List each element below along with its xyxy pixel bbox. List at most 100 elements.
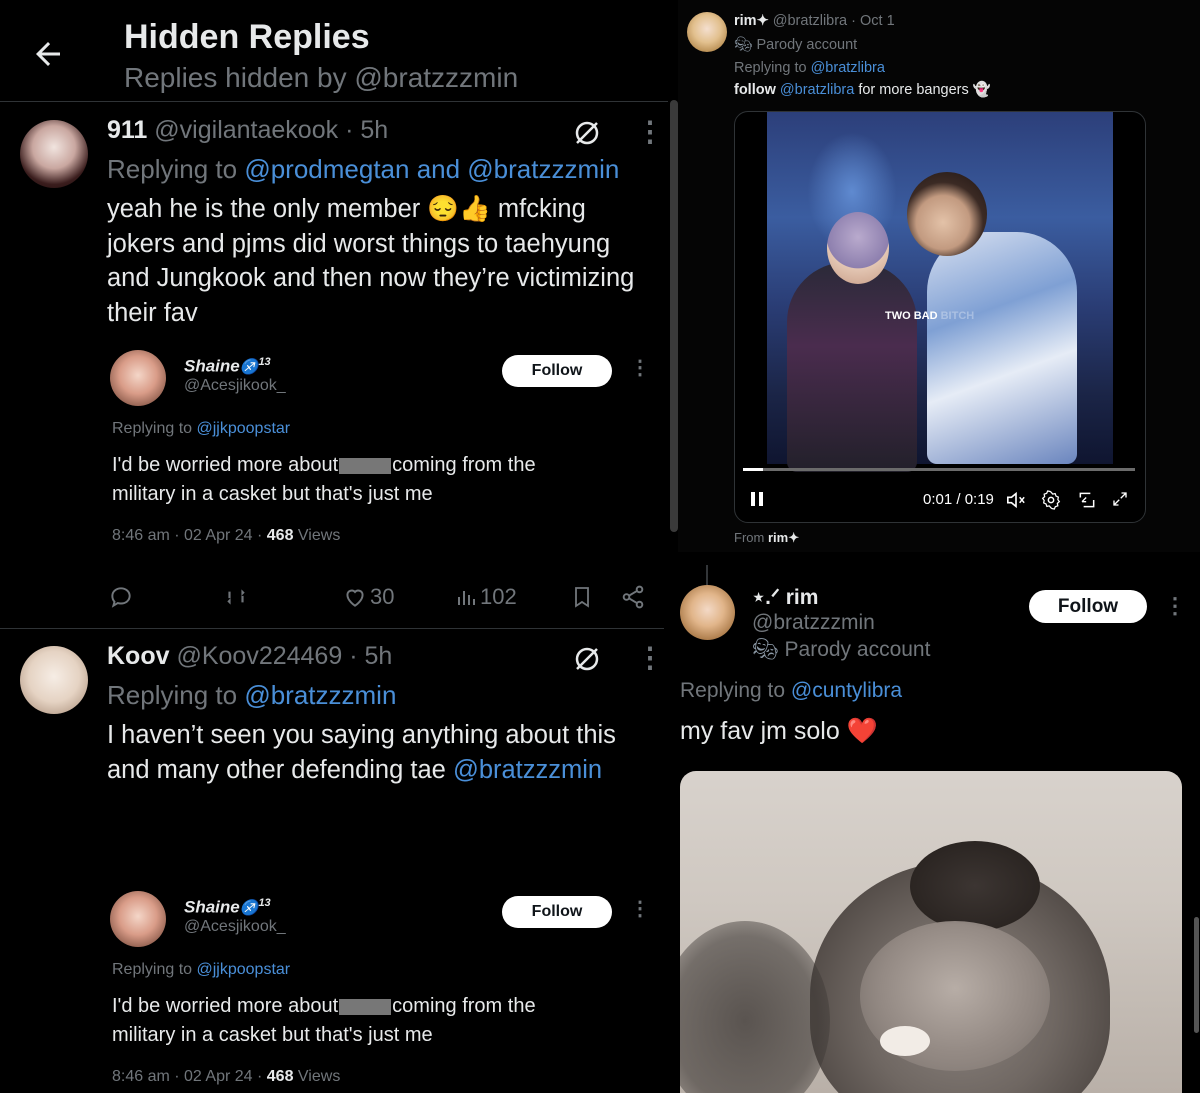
like-button[interactable]: 30	[342, 584, 394, 610]
tweet-author-line: Koov @Koov224469 · 5h	[107, 642, 392, 671]
avatar[interactable]	[20, 646, 88, 714]
retweet-icon[interactable]	[222, 584, 250, 610]
tweet-time[interactable]: · 5h	[345, 116, 388, 144]
tweet-text-line: jokers and pjms did worst things to taeh…	[107, 229, 611, 258]
quoted-text-part: I'd be worried more about	[112, 454, 339, 476]
avatar[interactable]	[110, 350, 166, 406]
monkey-head-top	[910, 841, 1040, 931]
avatar[interactable]	[20, 120, 88, 188]
more-options-icon[interactable]: ⋮	[1164, 595, 1186, 617]
author-name[interactable]: ⋆.ᐟ rim	[752, 585, 818, 610]
scrollbar[interactable]	[670, 100, 678, 532]
quoted-name[interactable]: Shaine	[184, 357, 240, 376]
monkey-mouth	[880, 1026, 930, 1056]
author-handle[interactable]: @Koov224469	[176, 642, 342, 670]
replying-to-link[interactable]: @cuntylibra	[791, 679, 902, 702]
settings-icon[interactable]	[1041, 490, 1061, 510]
reply-icon[interactable]	[108, 584, 134, 610]
quoted-tweet[interactable]: Shaine♐13 @Acesjikook_ Follow ⋮ Replying…	[100, 338, 650, 560]
replying-prefix: Replying to	[112, 420, 193, 437]
quoted-meta: 8:46 am · 02 Apr 24 · 468 Views	[112, 527, 340, 545]
author-handle[interactable]: @bratzzzmin	[752, 611, 875, 635]
from-prefix: From	[734, 530, 765, 545]
video-caption-faded: BITCH	[940, 310, 975, 322]
heart-icon	[346, 589, 364, 607]
mention-link[interactable]: @bratzzzmin	[453, 756, 602, 784]
video-progress-track[interactable]	[743, 468, 1135, 471]
avatar[interactable]	[110, 891, 166, 947]
quoted-handle[interactable]: @Acesjikook_	[184, 918, 286, 936]
tweet-time[interactable]: · 5h	[349, 642, 392, 670]
replying-to-link[interactable]: @prodmegtan and @bratzzzmin	[244, 154, 619, 184]
video-player[interactable]: TWO BAD BITCH 0:01 / 0:19	[734, 111, 1146, 523]
replying-to-link[interactable]: @bratzzzmin	[244, 680, 396, 710]
back-arrow-icon[interactable]	[30, 36, 66, 72]
views-button[interactable]: 102	[454, 584, 517, 610]
quoted-text-line: military in a casket but that's just me	[112, 483, 433, 505]
parody-label: 🎭︎ Parody account	[752, 638, 930, 662]
author-name[interactable]: 911	[107, 116, 147, 144]
quoted-views-label: Views	[297, 527, 341, 544]
author-handle[interactable]: @bratzlibra	[773, 13, 847, 29]
tweet-text: I haven’t seen you saying anything about…	[107, 718, 616, 787]
author-name[interactable]: rim	[734, 13, 757, 29]
tweet-author-line: rim✦ @bratzlibra · Oct 1	[734, 13, 895, 29]
mention-link[interactable]: @bratzlibra	[780, 82, 854, 98]
tweet-divider	[0, 628, 668, 629]
picture-in-picture-icon[interactable]	[1077, 490, 1097, 510]
quoted-handle[interactable]: @Acesjikook_	[184, 377, 286, 395]
avatar[interactable]	[687, 12, 727, 52]
replying-line: Replying to @bratzlibra	[734, 60, 885, 76]
quoted-author-name: Shaine♐13	[184, 356, 271, 377]
replying-prefix: Replying to	[107, 680, 238, 710]
hidden-reply-icon[interactable]	[572, 118, 602, 148]
performer-left	[787, 262, 917, 472]
performer-left-head	[827, 212, 889, 284]
censor-bar	[339, 457, 392, 474]
archer-icon: ♐	[239, 358, 259, 376]
replying-to-link[interactable]: @bratzlibra	[811, 60, 885, 76]
follow-button[interactable]: Follow	[502, 896, 612, 928]
tweet-text-part: and many other defending tae	[107, 755, 446, 784]
fullscreen-icon[interactable]	[1111, 490, 1129, 508]
tweet-text: my fav jm solo ❤️	[680, 717, 878, 745]
tweet-time[interactable]: · Oct 1	[851, 13, 895, 29]
views-count: 102	[480, 584, 517, 609]
bottom-right-panel: ⋆.ᐟ rim @bratzzzmin 🎭︎ Parody account Fo…	[664, 565, 1200, 1093]
quoted-badge: 13	[258, 356, 271, 368]
replying-to-link[interactable]: @jjkpoopstar	[197, 420, 291, 437]
quoted-text-part: coming from the	[392, 995, 536, 1017]
hidden-reply-icon[interactable]	[572, 644, 602, 674]
video-caption: TWO BAD BITCH	[885, 310, 974, 322]
replying-to-link[interactable]: @jjkpoopstar	[197, 961, 291, 978]
tweet-text-line: yeah he is the only member 😔👍 mfcking	[107, 195, 586, 223]
quoted-badge: 13	[258, 897, 271, 909]
more-options-icon[interactable]: ⋮	[636, 118, 664, 146]
quoted-tweet[interactable]: Shaine♐13 @Acesjikook_ Follow ⋮ Replying…	[100, 879, 650, 1093]
follow-button[interactable]: Follow	[1029, 590, 1147, 623]
tweet-text: follow @bratzlibra for more bangers 👻	[734, 81, 991, 98]
bookmark-icon[interactable]	[570, 584, 594, 610]
more-options-icon[interactable]: ⋮	[636, 644, 664, 672]
performer-right	[927, 232, 1077, 464]
more-options-icon[interactable]: ⋮	[630, 899, 650, 919]
from-name[interactable]: rim	[768, 530, 788, 545]
more-options-icon[interactable]: ⋮	[630, 358, 650, 378]
tweet-text-line: and many other defending tae @bratzzzmin	[107, 753, 616, 788]
parody-label: 🎭︎ Parody account	[734, 36, 857, 53]
pause-icon[interactable]	[749, 490, 765, 508]
mask-icon: 🎭︎	[752, 638, 779, 661]
author-name[interactable]: Koov	[107, 642, 170, 670]
video-frame[interactable]: TWO BAD BITCH	[767, 112, 1113, 472]
share-icon[interactable]	[620, 584, 646, 610]
media-image[interactable]	[680, 771, 1182, 1093]
author-handle[interactable]: @vigilantaekook	[154, 116, 338, 144]
quoted-time: 8:46 am · 02 Apr 24 ·	[112, 527, 263, 544]
quoted-name[interactable]: Shaine	[184, 898, 240, 917]
avatar[interactable]	[680, 585, 735, 640]
performer-right-head	[907, 172, 987, 256]
follow-button[interactable]: Follow	[502, 355, 612, 387]
tweet-text-line: I haven’t seen you saying anything about…	[107, 721, 616, 749]
mute-icon[interactable]	[1005, 490, 1027, 510]
scrollbar[interactable]	[1194, 917, 1199, 1033]
